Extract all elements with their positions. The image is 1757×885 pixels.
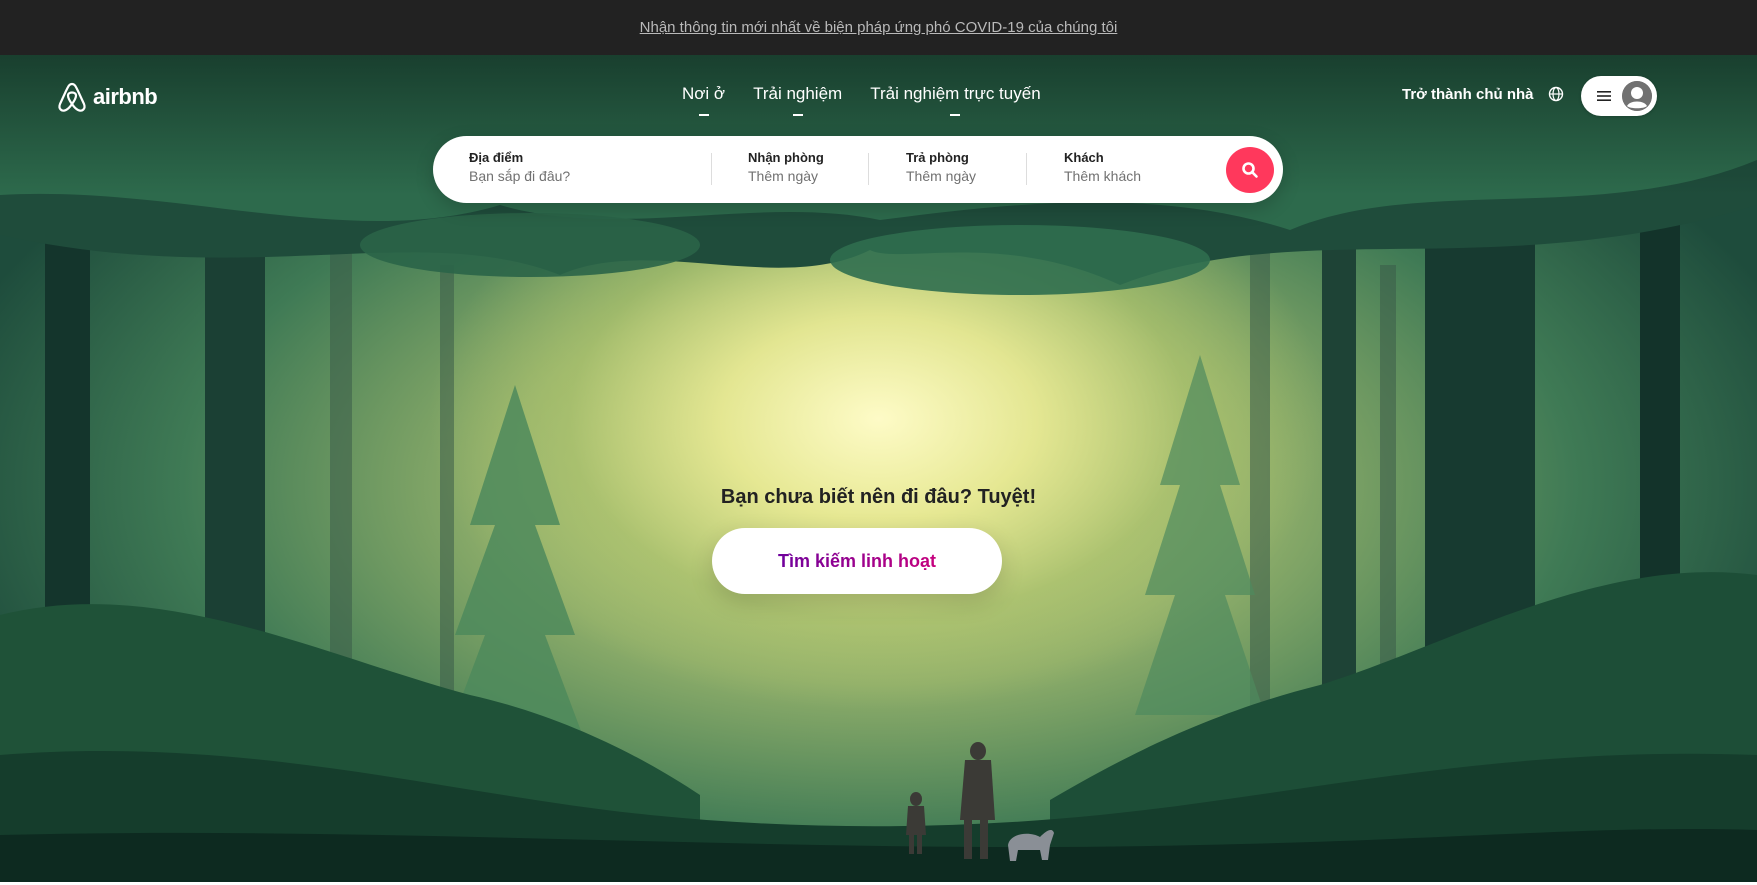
tab-stays[interactable]: Nơi ở [682,84,725,116]
search-divider [1026,153,1027,185]
search-divider [711,153,712,185]
guests-label: Khách [1064,150,1104,165]
flexible-search-label: Tìm kiếm linh hoạt [777,550,937,571]
location-label: Địa điểm [469,150,524,165]
checkout-field[interactable]: Trả phòng Thêm ngày [906,150,976,184]
tab-experiences[interactable]: Trải nghiệm [753,84,842,116]
user-menu-button[interactable] [1581,76,1657,116]
main-nav: Nơi ở Trải nghiệm Trải nghiệm trực tuyến [682,84,1041,116]
guests-field[interactable]: Khách Thêm khách [1064,150,1141,184]
airbnb-logo[interactable]: airbnb [57,80,158,114]
location-field[interactable]: Địa điểm Bạn sắp đi đâu? [469,150,570,184]
flexible-prompt: Bạn chưa biết nên đi đâu? Tuyệt! [720,486,1037,508]
globe-icon[interactable] [1548,86,1564,102]
checkin-field[interactable]: Nhận phòng Thêm ngày [748,150,824,184]
hamburger-icon [1597,91,1611,101]
search-divider [868,153,869,185]
search-icon [1242,162,1258,178]
flexible-search-button[interactable]: Tìm kiếm linh hoạt [712,528,1002,594]
guests-input[interactable]: Thêm khách [1064,168,1141,184]
checkin-label: Nhận phòng [748,150,824,165]
covid-banner: Nhận thông tin mới nhất về biện pháp ứng… [0,0,1757,55]
search-button[interactable] [1226,147,1274,193]
tab-online-experiences[interactable]: Trải nghiệm trực tuyến [870,84,1041,116]
checkout-label: Trả phòng [906,150,969,165]
checkin-input[interactable]: Thêm ngày [748,168,824,184]
search-bar: Địa điểm Bạn sắp đi đâu? Nhận phòng Thêm… [433,136,1283,203]
location-input[interactable]: Bạn sắp đi đâu? [469,168,570,184]
user-avatar-icon [1622,81,1652,111]
covid-info-link[interactable]: Nhận thông tin mới nhất về biện pháp ứng… [640,19,1118,36]
checkout-input[interactable]: Thêm ngày [906,168,976,184]
brand-name: airbnb [93,84,158,109]
become-host-link[interactable]: Trở thành chủ nhà [1402,86,1534,103]
flexible-search-section: Bạn chưa biết nên đi đâu? Tuyệt! [0,486,1757,509]
airbnb-belo-icon [58,82,86,112]
